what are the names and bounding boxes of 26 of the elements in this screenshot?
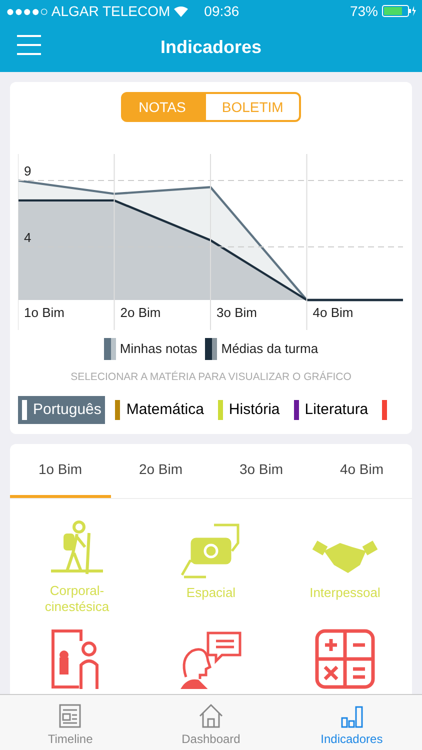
intelligence-label: Espacial — [185, 584, 237, 601]
menu-button[interactable] — [17, 35, 41, 55]
carrier-label: ●●●●○ ALGAR TELECOM — [6, 2, 170, 20]
x-axis-label: 1o Bim — [24, 305, 64, 320]
calculator-icon — [315, 628, 375, 689]
y-tick-label: 4 — [24, 230, 32, 245]
subject-chip[interactable]: Português — [18, 396, 106, 424]
period-tab[interactable]: 3o Bim — [211, 444, 312, 498]
hint-text: SELECIONAR A MATÉRIA PARA VISUALIZAR O GRÁFICO — [70, 370, 352, 385]
x-axis-label: 2o Bim — [120, 305, 161, 320]
x-axis-label: 3o Bim — [216, 305, 257, 320]
intelligence-label: Interpessoal — [308, 584, 382, 601]
wifi-icon — [174, 6, 188, 16]
page-title: Indicadores — [160, 36, 262, 58]
legend-label: Minhas notas — [120, 340, 198, 358]
battery-percent: 73% — [350, 2, 378, 20]
legend-label: Médias da turma — [221, 340, 318, 358]
period-tab[interactable]: 1o Bim — [10, 444, 110, 498]
y-tick-label: 9 — [24, 164, 32, 179]
period-tab[interactable]: 2o Bim — [110, 444, 211, 498]
house-icon — [197, 702, 225, 730]
status-time: 09:36 — [204, 2, 240, 20]
battery-icon — [382, 5, 416, 17]
intelligence-label: Corporal-cinestésica — [44, 582, 110, 615]
x-axis-label: 4o Bim — [312, 305, 354, 320]
period-tab[interactable]: 4o Bim — [312, 444, 412, 498]
